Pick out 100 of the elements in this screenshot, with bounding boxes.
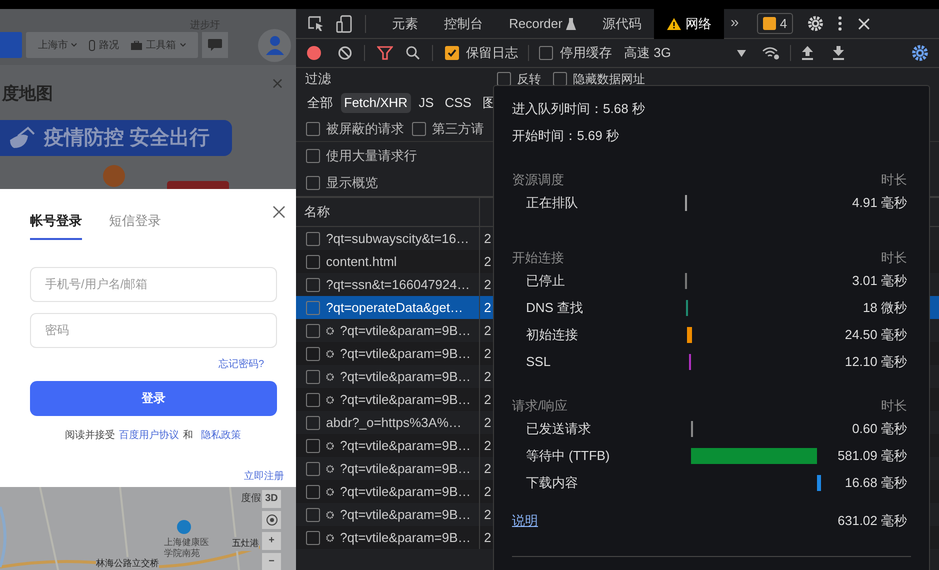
row-checkbox[interactable] xyxy=(306,484,320,498)
input-field[interactable]: 密码 xyxy=(30,312,277,348)
status-cell-text: 2 xyxy=(483,482,492,501)
start-time: 开始时间：5.69 秒 xyxy=(512,126,620,145)
status-cell-text: 2 xyxy=(483,322,492,340)
status-cell-text: 2 xyxy=(483,368,492,386)
row-checkbox[interactable] xyxy=(306,530,320,544)
settings-icon[interactable] xyxy=(911,44,929,62)
timing-value: 24.50 毫秒 xyxy=(844,326,908,344)
type-filter-button[interactable]: Fetch/XHR xyxy=(341,93,411,113)
row-checkbox[interactable] xyxy=(306,346,320,360)
checkbox-label: 停用缓存 xyxy=(560,44,612,62)
more-options-icon[interactable] xyxy=(838,16,842,31)
panel-tab[interactable]: 控制台 xyxy=(431,9,496,38)
panel-tab[interactable]: 元素 xyxy=(379,9,431,38)
row-checkbox[interactable] xyxy=(306,462,320,476)
map-label: 林海公路立交桥 xyxy=(96,557,159,570)
filter-checkbox[interactable] xyxy=(306,122,320,136)
download-icon[interactable] xyxy=(832,46,845,60)
throttling-dropdown[interactable]: 高速 3G xyxy=(624,43,746,63)
type-filter-button[interactable]: CSS xyxy=(442,93,474,113)
status-cell-text: 2 xyxy=(483,252,492,271)
close-icon[interactable] xyxy=(273,206,285,218)
upload-icon[interactable] xyxy=(801,46,814,60)
map-logo: 度地图 xyxy=(0,83,53,105)
login-tab[interactable]: 帐号登录 xyxy=(30,211,82,240)
caret-icon xyxy=(71,43,77,47)
row-checkbox[interactable] xyxy=(306,416,320,430)
input-field[interactable]: 手机号/用户名/邮箱 xyxy=(30,266,277,302)
device-toolbar-icon[interactable] xyxy=(336,14,352,32)
gear-icon xyxy=(326,396,334,404)
map-label: 上海健康医学院南苑 xyxy=(164,537,210,559)
message-button[interactable] xyxy=(202,32,228,58)
network-conditions-icon[interactable] xyxy=(762,46,780,60)
user-agreement-link[interactable]: 百度用户协议 xyxy=(119,428,179,442)
row-checkbox[interactable] xyxy=(306,324,320,338)
panel-tab[interactable]: 源代码 xyxy=(589,9,654,38)
request-name: ?qt=vtile&param=9B… xyxy=(340,506,471,524)
locate-button[interactable] xyxy=(262,511,281,529)
type-filter-button[interactable]: JS xyxy=(416,93,437,113)
timing-label: 已停止 xyxy=(525,272,566,290)
row-checkbox[interactable] xyxy=(306,232,320,246)
record-button[interactable] xyxy=(307,46,321,60)
checkbox-label: 反转 xyxy=(517,71,541,88)
panel-tab[interactable]: Recorder xyxy=(496,9,590,38)
row-checkbox[interactable] xyxy=(306,254,320,268)
login-tab[interactable]: 短信登录 xyxy=(109,211,161,240)
filter-checkbox[interactable] xyxy=(306,176,320,190)
panel-tab[interactable]: 网络 xyxy=(654,9,724,38)
timing-value: 4.91 毫秒 xyxy=(852,194,908,212)
status-cell-text: 2 xyxy=(483,230,492,248)
request-name: ?qt=operateData&get… xyxy=(326,298,463,317)
timing-label: 初始连接 xyxy=(525,326,579,344)
inspect-icon[interactable] xyxy=(308,16,324,32)
type-filter-button[interactable]: 全部 xyxy=(304,93,336,113)
more-tabs-button[interactable]: » xyxy=(730,12,739,35)
row-checkbox[interactable] xyxy=(306,300,320,314)
login-button[interactable]: 登录 xyxy=(30,380,277,416)
request-name: content.html xyxy=(326,252,397,271)
settings-icon[interactable] xyxy=(807,15,824,32)
row-checkbox[interactable] xyxy=(306,438,320,452)
timing-value: 12.10 毫秒 xyxy=(844,352,908,371)
register-link[interactable]: 立即注册 xyxy=(244,468,284,484)
request-name: ?qt=vtile&param=9B… xyxy=(340,528,471,547)
filter-checkbox[interactable] xyxy=(412,122,426,136)
target-icon xyxy=(266,514,278,526)
map-marker-icon xyxy=(167,181,229,189)
row-checkbox[interactable] xyxy=(306,392,320,406)
traffic-light-icon xyxy=(89,40,95,50)
row-checkbox[interactable] xyxy=(306,508,320,522)
row-checkbox[interactable] xyxy=(306,370,320,384)
issue-flag-icon xyxy=(762,17,776,30)
banner-text: 疫情防控 安全出行 xyxy=(44,126,210,150)
clear-icon[interactable] xyxy=(338,46,352,60)
status-cell-text: 2 xyxy=(483,506,492,524)
gear-icon xyxy=(326,510,334,518)
column-header[interactable]: 名称 xyxy=(296,198,480,226)
timing-value: 581.09 毫秒 xyxy=(838,446,908,465)
search-icon[interactable] xyxy=(406,46,420,60)
filter-icon[interactable] xyxy=(377,46,393,60)
privacy-policy-link[interactable]: 隐私政策 xyxy=(201,428,241,442)
caret-icon xyxy=(737,50,746,56)
map-label: 五灶港 xyxy=(232,537,259,550)
map-control-button[interactable]: 3D xyxy=(262,490,281,508)
checkbox-label: 隐藏数据网址 xyxy=(573,71,645,88)
timing-value: 3.01 毫秒 xyxy=(852,272,908,290)
map-label: 度假 xyxy=(241,492,261,506)
explanation-link[interactable]: 说明 xyxy=(512,510,538,530)
request-name: ?qt=vtile&param=9B… xyxy=(340,322,471,340)
map-control-button[interactable]: + xyxy=(262,532,281,550)
map-control-button[interactable]: − xyxy=(262,553,281,570)
filter-checkbox[interactable] xyxy=(306,149,320,163)
disable-cache-checkbox[interactable] xyxy=(539,46,553,60)
forgot-password-link[interactable]: 忘记密码? xyxy=(218,356,264,372)
request-name: ?qt=vtile&param=9B… xyxy=(340,436,471,455)
issues-button[interactable]: 4 xyxy=(756,13,794,34)
status-cell-text: 2 xyxy=(483,414,492,432)
preserve-log-checkbox[interactable] xyxy=(445,46,459,60)
row-checkbox[interactable] xyxy=(306,278,320,292)
status-cell-text: 2 xyxy=(483,390,492,409)
